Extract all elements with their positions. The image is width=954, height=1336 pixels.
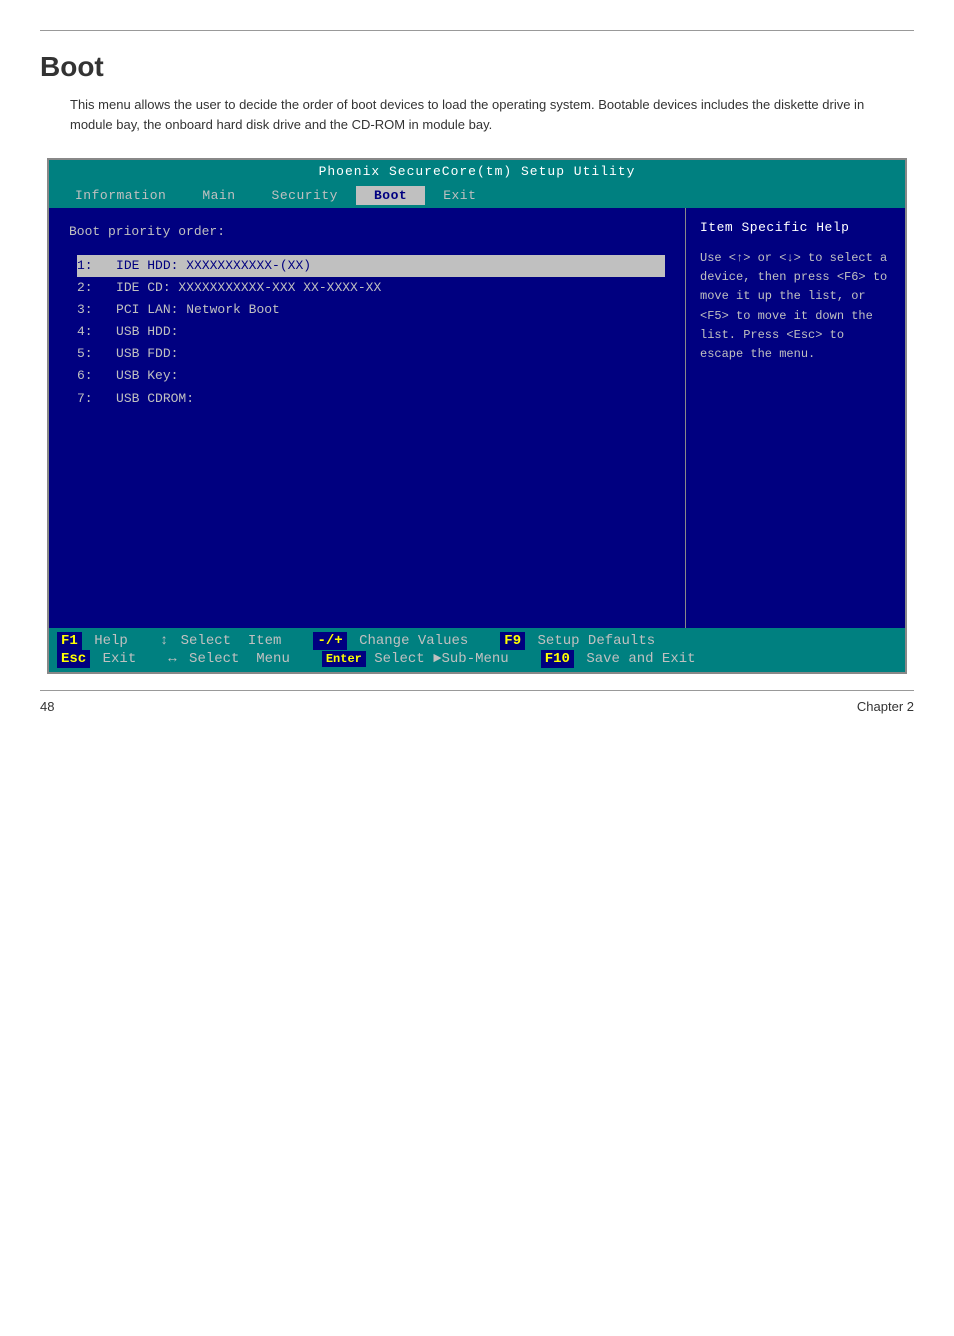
bios-content: Boot priority order: 1: IDE HDD: XXXXXXX…: [49, 208, 905, 628]
status-enter: Enter Select ►Sub-Menu: [322, 651, 521, 667]
menu-item-boot[interactable]: Boot: [356, 186, 425, 205]
menu-item-information[interactable]: Information: [57, 186, 184, 205]
boot-item-6-name: USB Key:: [116, 368, 178, 383]
boot-priority-label: Boot priority order:: [69, 224, 665, 239]
f10-label: Save and Exit: [578, 651, 696, 667]
boot-item-7-name: USB CDROM:: [116, 391, 194, 406]
boot-item-1-name: IDE HDD: XXXXXXXXXXX-(XX): [116, 258, 311, 273]
f9-label: Setup Defaults: [529, 633, 655, 649]
bios-container: Phoenix SecureCore(tm) Setup Utility Inf…: [47, 158, 907, 674]
bios-title-bar: Phoenix SecureCore(tm) Setup Utility: [49, 160, 905, 183]
page-footer: 48 Chapter 2: [40, 690, 914, 714]
change-values-label: Change Values: [351, 633, 469, 649]
status-bar-row-2: Esc Exit ↔ Select Menu Enter Select ►Sub…: [57, 650, 897, 668]
top-border: [40, 30, 914, 31]
status-f10: F10 Save and Exit: [541, 650, 708, 668]
f10-key: F10: [541, 650, 574, 668]
status-esc: Esc Exit: [57, 650, 148, 668]
status-f9: F9 Setup Defaults: [500, 632, 667, 650]
status-select-menu: ↔ Select Menu: [168, 651, 302, 667]
boot-item-1[interactable]: 1: IDE HDD: XXXXXXXXXXX-(XX): [77, 255, 665, 277]
boot-items-list: 1: IDE HDD: XXXXXXXXXXX-(XX) 2: IDE CD: …: [69, 255, 665, 410]
status-f1: F1 Help: [57, 632, 140, 650]
status-bar-row-1: F1 Help ↕ Select Item -/+ Change Values …: [57, 632, 897, 650]
menu-item-exit[interactable]: Exit: [425, 186, 494, 205]
page-title: Boot: [40, 51, 914, 83]
boot-item-3[interactable]: 3: PCI LAN: Network Boot: [77, 299, 665, 321]
help-title: Item Specific Help: [700, 220, 891, 235]
boot-item-4[interactable]: 4: USB HDD:: [77, 321, 665, 343]
f9-key: F9: [500, 632, 525, 650]
page-number: 48: [40, 699, 54, 714]
select-menu-label: Select Menu: [181, 651, 290, 667]
boot-item-5-name: USB FDD:: [116, 346, 178, 361]
updown-arrow-icon: ↕: [160, 633, 168, 649]
bios-menu-bar: Information Main Security Boot Exit: [49, 183, 905, 208]
bios-main-panel: Boot priority order: 1: IDE HDD: XXXXXXX…: [49, 208, 685, 628]
boot-item-7-number: 7:: [77, 391, 93, 406]
esc-label: Exit: [94, 651, 136, 667]
boot-item-1-number: 1:: [77, 258, 93, 273]
menu-item-main[interactable]: Main: [184, 186, 253, 205]
f1-key: F1: [57, 632, 82, 650]
leftright-arrow-icon: ↔: [168, 651, 176, 667]
boot-item-5-number: 5:: [77, 346, 93, 361]
boot-item-4-number: 4:: [77, 324, 93, 339]
help-text: Use <↑> or <↓> to select a device, then …: [700, 249, 891, 364]
status-select-item: ↕ Select Item: [160, 633, 294, 649]
boot-item-4-name: USB HDD:: [116, 324, 178, 339]
bios-help-panel: Item Specific Help Use <↑> or <↓> to sel…: [685, 208, 905, 628]
boot-item-2[interactable]: 2: IDE CD: XXXXXXXXXXX-XXX XX-XXXX-XX: [77, 277, 665, 299]
bios-status-bar: F1 Help ↕ Select Item -/+ Change Values …: [49, 628, 905, 672]
plusminus-key: -/+: [313, 632, 346, 650]
boot-item-6[interactable]: 6: USB Key:: [77, 365, 665, 387]
esc-key: Esc: [57, 650, 90, 668]
status-change-values: -/+ Change Values: [313, 632, 480, 650]
select-item-label: Select Item: [172, 633, 281, 649]
boot-item-2-number: 2:: [77, 280, 93, 295]
enter-label: Select ►Sub-Menu: [366, 651, 509, 667]
page-container: Boot This menu allows the user to decide…: [0, 0, 954, 734]
boot-item-2-name: IDE CD: XXXXXXXXXXX-XXX XX-XXXX-XX: [116, 280, 381, 295]
boot-item-6-number: 6:: [77, 368, 93, 383]
page-description: This menu allows the user to decide the …: [70, 95, 890, 134]
boot-item-3-name: PCI LAN: Network Boot: [116, 302, 280, 317]
menu-item-security[interactable]: Security: [254, 186, 356, 205]
boot-item-5[interactable]: 5: USB FDD:: [77, 343, 665, 365]
f1-label: Help: [86, 633, 128, 649]
enter-key: Enter: [322, 651, 366, 667]
chapter-label: Chapter 2: [857, 699, 914, 714]
bios-title-text: Phoenix SecureCore(tm) Setup Utility: [319, 164, 636, 179]
boot-item-7[interactable]: 7: USB CDROM:: [77, 388, 665, 410]
boot-item-3-number: 3:: [77, 302, 93, 317]
